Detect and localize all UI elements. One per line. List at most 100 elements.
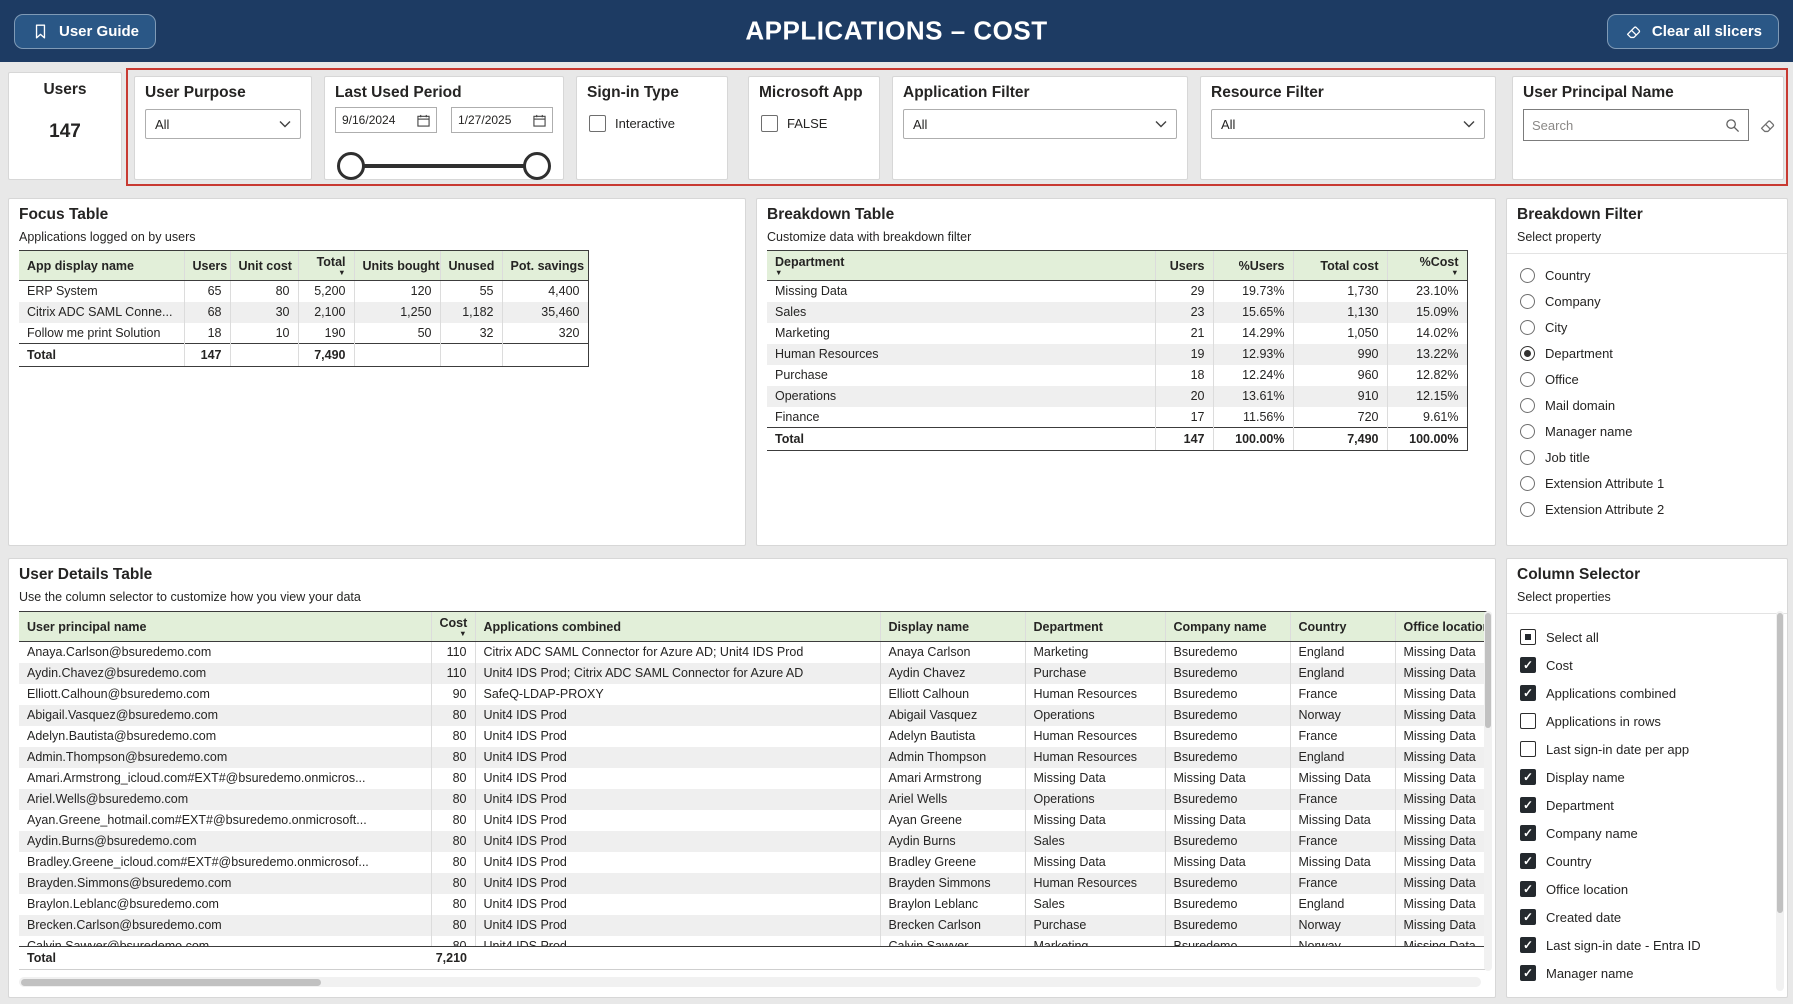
- start-date-input[interactable]: 9/16/2024: [335, 107, 437, 133]
- end-date-input[interactable]: 1/27/2025: [451, 107, 553, 133]
- checkbox-option-office-location[interactable]: Office location: [1520, 875, 1774, 903]
- column-header-users[interactable]: Users: [184, 251, 230, 281]
- column-header-applications-combined[interactable]: Applications combined: [475, 612, 880, 642]
- radio-option-manager-name[interactable]: Manager name: [1520, 418, 1774, 444]
- table-row[interactable]: ERP System65805,200120554,400: [19, 281, 588, 302]
- radio-option-extension-attribute-2[interactable]: Extension Attribute 2: [1520, 496, 1774, 522]
- table-row[interactable]: Calvin.Sawyer@bsuredemo.com80Unit4 IDS P…: [19, 936, 1487, 947]
- table-row[interactable]: Marketing2114.29%1,05014.02%: [767, 323, 1467, 344]
- table-row[interactable]: Human Resources1912.93%99013.22%: [767, 344, 1467, 365]
- column-header-users[interactable]: Users: [1155, 251, 1213, 281]
- table-row[interactable]: Brecken.Carlson@bsuredemo.com80Unit4 IDS…: [19, 915, 1487, 936]
- radio-option-company[interactable]: Company: [1520, 288, 1774, 314]
- table-cell: Missing Data: [1395, 915, 1487, 936]
- table-cell: Norway: [1290, 915, 1395, 936]
- radio-option-extension-attribute-1[interactable]: Extension Attribute 1: [1520, 470, 1774, 496]
- table-row[interactable]: Aydin.Burns@bsuredemo.com80Unit4 IDS Pro…: [19, 831, 1487, 852]
- vertical-scrollbar[interactable]: [1484, 611, 1492, 971]
- table-row[interactable]: Finance1711.56%7209.61%: [767, 407, 1467, 428]
- table-row[interactable]: Ariel.Wells@bsuredemo.com80Unit4 IDS Pro…: [19, 789, 1487, 810]
- column-header-unit-cost[interactable]: Unit cost: [230, 251, 298, 281]
- table-row[interactable]: Aydin.Chavez@bsuredemo.com110Unit4 IDS P…: [19, 663, 1487, 684]
- column-header-cost[interactable]: Cost▼: [431, 612, 475, 642]
- checkbox-option-applications-in-rows[interactable]: Applications in rows: [1520, 707, 1774, 735]
- column-header-total[interactable]: Total▼: [298, 251, 354, 281]
- checkbox-option-company-name[interactable]: Company name: [1520, 819, 1774, 847]
- column-header-user-principal-name[interactable]: User principal name: [19, 612, 431, 642]
- radio-option-department[interactable]: Department: [1520, 340, 1774, 366]
- column-header-display-name[interactable]: Display name: [880, 612, 1025, 642]
- table-row[interactable]: Follow me print Solution18101905032320: [19, 323, 588, 344]
- start-date-value: 9/16/2024: [342, 113, 395, 127]
- column-header-office-location[interactable]: Office location: [1395, 612, 1487, 642]
- checkbox-option-applications-combined[interactable]: Applications combined: [1520, 679, 1774, 707]
- radio-option-country[interactable]: Country: [1520, 262, 1774, 288]
- slider-handle-start[interactable]: [337, 152, 365, 180]
- slicer-title-resource-filter: Resource Filter: [1201, 77, 1495, 102]
- checkbox-option-select-all[interactable]: Select all: [1520, 623, 1774, 651]
- column-header-unused[interactable]: Unused: [440, 251, 502, 281]
- column-header-department[interactable]: Department▼: [767, 251, 1155, 281]
- table-row[interactable]: Admin.Thompson@bsuredemo.com80Unit4 IDS …: [19, 747, 1487, 768]
- checkbox-option-last-sign-in-date-per-app[interactable]: Last sign-in date per app: [1520, 735, 1774, 763]
- table-row[interactable]: Adelyn.Bautista@bsuredemo.com80Unit4 IDS…: [19, 726, 1487, 747]
- slider-handle-end[interactable]: [523, 152, 551, 180]
- table-row[interactable]: Citrix ADC SAML Conne...68302,1001,2501,…: [19, 302, 588, 323]
- radio-option-mail-domain[interactable]: Mail domain: [1520, 392, 1774, 418]
- table-row[interactable]: Purchase1812.24%96012.82%: [767, 365, 1467, 386]
- table-cell: 23.10%: [1387, 281, 1467, 302]
- table-row[interactable]: Braylon.Leblanc@bsuredemo.com80Unit4 IDS…: [19, 894, 1487, 915]
- checkbox-option-department[interactable]: Department: [1520, 791, 1774, 819]
- horizontal-scrollbar-thumb[interactable]: [21, 979, 321, 986]
- column-header-cost[interactable]: %Cost▼: [1387, 251, 1467, 281]
- radio-icon: [1520, 502, 1535, 517]
- column-header-units-bought[interactable]: Units bought: [354, 251, 440, 281]
- table-row[interactable]: Bradley.Greene_icloud.com#EXT#@bsuredemo…: [19, 852, 1487, 873]
- clear-all-slicers-button[interactable]: Clear all slicers: [1607, 14, 1779, 49]
- checkbox-option-cost[interactable]: Cost: [1520, 651, 1774, 679]
- radio-icon: [1520, 294, 1535, 309]
- column-header-app-display-name[interactable]: App display name: [19, 251, 184, 281]
- checkbox-option-created-date[interactable]: Created date: [1520, 903, 1774, 931]
- table-row[interactable]: Brayden.Simmons@bsuredemo.com80Unit4 IDS…: [19, 873, 1487, 894]
- interactive-checkbox-option[interactable]: Interactive: [589, 115, 675, 132]
- vertical-scrollbar[interactable]: [1776, 611, 1784, 991]
- table-row[interactable]: Amari.Armstrong_icloud.com#EXT#@bsuredem…: [19, 768, 1487, 789]
- vertical-scrollbar-thumb[interactable]: [1485, 613, 1491, 728]
- column-header-department[interactable]: Department: [1025, 612, 1165, 642]
- clear-selections-eraser-icon[interactable]: [1758, 116, 1777, 135]
- false-checkbox-option[interactable]: FALSE: [761, 115, 827, 132]
- radio-option-office[interactable]: Office: [1520, 366, 1774, 392]
- column-header-country[interactable]: Country: [1290, 612, 1395, 642]
- table-row[interactable]: Anaya.Carlson@bsuredemo.com110Citrix ADC…: [19, 642, 1487, 663]
- application-filter-dropdown[interactable]: All: [903, 109, 1177, 139]
- checkbox-option-last-sign-in-date-entra-id[interactable]: Last sign-in date - Entra ID: [1520, 931, 1774, 959]
- vertical-scrollbar-thumb[interactable]: [1777, 613, 1783, 913]
- column-header-total-cost[interactable]: Total cost: [1293, 251, 1387, 281]
- table-cell: Missing Data: [1395, 789, 1487, 810]
- table-row[interactable]: Missing Data2919.73%1,73023.10%: [767, 281, 1467, 302]
- radio-option-job-title[interactable]: Job title: [1520, 444, 1774, 470]
- table-row[interactable]: Sales2315.65%1,13015.09%: [767, 302, 1467, 323]
- checkbox-checked-icon: [1520, 965, 1536, 981]
- user-guide-button[interactable]: User Guide: [14, 14, 156, 49]
- column-header-users[interactable]: %Users: [1213, 251, 1293, 281]
- table-cell: 13.61%: [1213, 386, 1293, 407]
- table-row[interactable]: Operations2013.61%91012.15%: [767, 386, 1467, 407]
- column-header-pot-savings[interactable]: Pot. savings: [502, 251, 588, 281]
- checkbox-option-display-name[interactable]: Display name: [1520, 763, 1774, 791]
- resource-filter-slicer: Resource Filter All: [1200, 76, 1496, 180]
- radio-option-city[interactable]: City: [1520, 314, 1774, 340]
- table-row[interactable]: Ayan.Greene_hotmail.com#EXT#@bsuredemo.o…: [19, 810, 1487, 831]
- column-header-company-name[interactable]: Company name: [1165, 612, 1290, 642]
- checkbox-option-manager-name[interactable]: Manager name: [1520, 959, 1774, 987]
- horizontal-scrollbar[interactable]: [19, 977, 1481, 987]
- checkbox-label: Interactive: [615, 116, 675, 131]
- checkbox-option-country[interactable]: Country: [1520, 847, 1774, 875]
- table-row[interactable]: Elliott.Calhoun@bsuredemo.com90SafeQ-LDA…: [19, 684, 1487, 705]
- table-cell: Bsuredemo: [1165, 684, 1290, 705]
- user-purpose-dropdown[interactable]: All: [145, 109, 301, 139]
- table-row[interactable]: Abigail.Vasquez@bsuredemo.com80Unit4 IDS…: [19, 705, 1487, 726]
- resource-filter-dropdown[interactable]: All: [1211, 109, 1485, 139]
- search-input[interactable]: [1524, 118, 1725, 133]
